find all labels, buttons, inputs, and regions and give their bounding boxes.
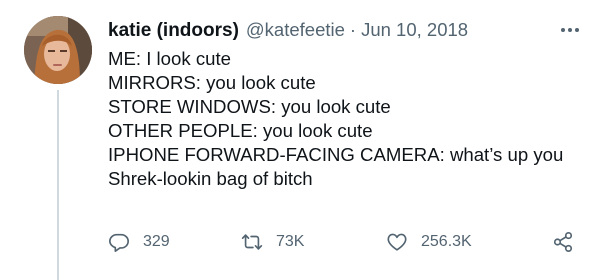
tweet-text-line: OTHER PEOPLE: you look cute bbox=[108, 120, 373, 141]
tweet-header: katie (indoors) @katefeetie · Jun 10, 20… bbox=[108, 18, 468, 42]
retweet-icon bbox=[241, 234, 263, 250]
share-button[interactable] bbox=[552, 228, 574, 256]
tweet-text-line: ME: I look cute bbox=[108, 48, 231, 69]
reply-icon bbox=[109, 233, 129, 252]
more-button[interactable] bbox=[556, 16, 584, 44]
user-handle[interactable]: @katefeetie bbox=[246, 18, 345, 42]
avatar-photo bbox=[24, 16, 92, 84]
like-count: 256.3K bbox=[421, 233, 472, 250]
reply-count: 329 bbox=[143, 233, 170, 250]
avatar[interactable] bbox=[24, 16, 92, 84]
tweet-text-line: MIRRORS: you look cute bbox=[108, 72, 316, 93]
action-bar: 329 73K 256.3K bbox=[108, 228, 588, 256]
heart-icon bbox=[387, 233, 407, 251]
tweet-text: ME: I look cute MIRRORS: you look cute S… bbox=[108, 47, 593, 191]
tweet-text-line: STORE WINDOWS: you look cute bbox=[108, 96, 391, 117]
display-name[interactable]: katie (indoors) bbox=[108, 19, 239, 43]
thread-line bbox=[57, 90, 59, 280]
tweet-text-line: Shrek-lookin bag of bitch bbox=[108, 168, 313, 189]
tweet: katie (indoors) @katefeetie · Jun 10, 20… bbox=[0, 0, 600, 280]
separator-dot: · bbox=[349, 19, 357, 40]
retweet-button[interactable]: 73K bbox=[241, 228, 304, 256]
share-icon bbox=[553, 232, 573, 252]
tweet-date[interactable]: Jun 10, 2018 bbox=[361, 18, 468, 42]
reply-button[interactable]: 329 bbox=[108, 228, 170, 256]
tweet-text-line: IPHONE FORWARD-FACING CAMERA: what’s up … bbox=[108, 144, 564, 165]
more-icon bbox=[561, 28, 579, 32]
like-button[interactable]: 256.3K bbox=[386, 228, 472, 256]
retweet-count: 73K bbox=[276, 233, 305, 250]
